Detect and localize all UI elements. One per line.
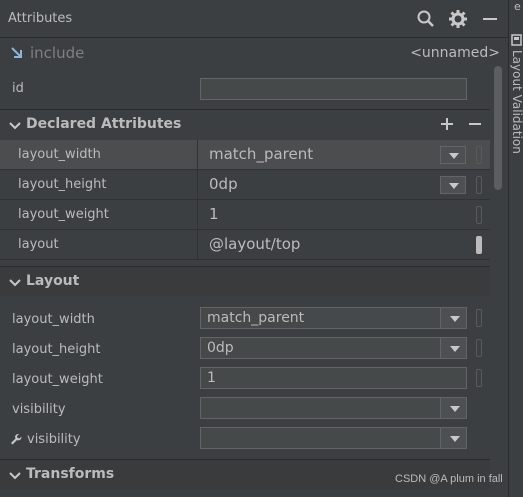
minimize-icon[interactable] [480, 9, 500, 29]
reference-indicator[interactable] [476, 369, 482, 387]
layout-weight-input[interactable]: 1 [200, 367, 467, 389]
arrow-down-right-icon [10, 46, 24, 64]
declared-row-value[interactable]: 0dp [209, 175, 238, 193]
declared-row-value[interactable]: match_parent [209, 145, 313, 163]
declared-row[interactable]: layout @layout/top [0, 230, 490, 260]
declared-row-value[interactable]: 1 [209, 205, 219, 223]
reference-indicator[interactable] [476, 176, 482, 194]
visibility-combo[interactable] [200, 397, 467, 419]
declared-attributes-header[interactable]: Declared Attributes [0, 109, 490, 139]
include-row: include <unnamed> [0, 38, 508, 70]
layout-row-label: layout_width [12, 312, 95, 327]
layout-width-combo[interactable]: match_parent [200, 307, 467, 329]
layout-row: visibility [0, 425, 490, 455]
layout-row-label: visibility [27, 432, 81, 447]
attributes-panel: Attributes include <unnamed> id Declared… [0, 0, 508, 497]
transforms-section-title: Transforms [26, 466, 115, 482]
layout-row-label: layout_weight [12, 372, 103, 387]
tools-visibility-combo[interactable] [200, 427, 467, 449]
layout-section-header[interactable]: Layout [0, 266, 490, 296]
layout-row: layout_weight 1 [0, 365, 490, 395]
declared-row[interactable]: layout_width match_parent [0, 140, 490, 170]
chevron-down-icon [9, 277, 21, 292]
id-row: id [0, 74, 490, 104]
combo-value: 0dp [207, 340, 234, 356]
include-tag: <unnamed> [410, 45, 500, 61]
layout-height-combo[interactable]: 0dp [200, 337, 467, 359]
dropdown-arrow-icon[interactable] [440, 338, 466, 358]
reference-indicator[interactable] [476, 236, 482, 254]
layout-validation-icon[interactable] [511, 34, 522, 50]
dropdown-arrow-icon[interactable] [440, 176, 466, 194]
combo-value: match_parent [207, 310, 305, 326]
declared-row-value[interactable]: @layout/top [209, 235, 300, 253]
remove-attribute-icon[interactable] [468, 117, 482, 135]
layout-row: visibility [0, 395, 490, 425]
reference-indicator[interactable] [476, 146, 482, 164]
declared-row-label: layout_height [18, 177, 107, 192]
layout-validation-tab[interactable]: Layout Validation [510, 50, 523, 154]
include-label: include [30, 44, 85, 62]
scrollbar-thumb[interactable] [494, 66, 502, 190]
layout-row-label: visibility [12, 402, 66, 417]
chevron-down-icon [9, 470, 21, 485]
chevron-down-icon [9, 120, 21, 135]
dropdown-arrow-icon[interactable] [440, 308, 466, 328]
search-icon[interactable] [416, 9, 436, 29]
layout-row: layout_height 0dp [0, 335, 490, 365]
layout-section-title: Layout [26, 273, 80, 289]
layout-row-label: layout_height [12, 342, 101, 357]
dropdown-arrow-icon[interactable] [440, 146, 466, 164]
id-label: id [12, 81, 24, 96]
layout-row: layout_width match_parent [0, 305, 490, 335]
id-input[interactable] [200, 78, 467, 100]
dropdown-arrow-icon[interactable] [440, 428, 466, 448]
dropdown-arrow-icon[interactable] [440, 398, 466, 418]
declared-row-label: layout [18, 237, 59, 252]
declared-row-label: layout_width [18, 147, 101, 162]
wrench-icon [10, 433, 22, 450]
gear-icon[interactable] [448, 9, 468, 29]
declared-row-label: layout_weight [18, 207, 109, 222]
reference-indicator[interactable] [476, 339, 482, 357]
watermark: CSDN @A plum in fall [395, 473, 503, 485]
declared-row[interactable]: layout_weight 1 [0, 200, 490, 230]
panel-header: Attributes [0, 0, 508, 38]
tool-window-tab-partial[interactable]: e [514, 0, 521, 13]
declared-row[interactable]: layout_height 0dp [0, 170, 490, 200]
declared-attributes-title: Declared Attributes [26, 116, 182, 132]
reference-indicator[interactable] [476, 309, 482, 327]
panel-title: Attributes [8, 11, 73, 26]
reference-indicator[interactable] [476, 206, 482, 224]
add-attribute-icon[interactable] [440, 117, 454, 135]
